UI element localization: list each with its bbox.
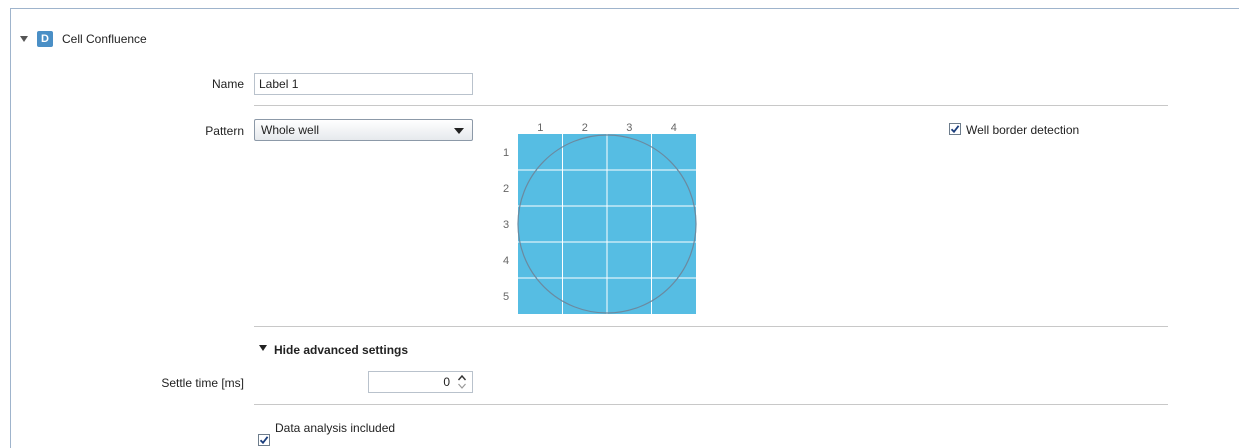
row-number-label: 2 (503, 183, 509, 195)
divider (254, 105, 1168, 106)
pattern-selected-value: Whole well (261, 123, 320, 137)
column-number-label: 3 (626, 122, 632, 134)
settle-time-spinner[interactable]: 0 (368, 371, 473, 393)
spin-updown-icon[interactable] (457, 374, 467, 390)
data-analysis-label: Data analysis included (275, 421, 396, 435)
collapse-arrow-icon[interactable] (20, 36, 28, 42)
row-number-label: 5 (503, 291, 509, 303)
data-analysis-checkbox[interactable] (258, 434, 270, 446)
well-border-checkbox[interactable] (949, 123, 961, 135)
name-label: Name (211, 77, 244, 91)
column-number-label: 1 (537, 122, 543, 134)
section-title: Cell Confluence (62, 32, 147, 46)
well-pattern-grid[interactable]: 1 2 3 4 1 2 3 4 5 (494, 120, 704, 320)
divider (254, 326, 1168, 327)
divider (254, 404, 1168, 405)
row-number-label: 1 (503, 147, 509, 159)
pattern-label: Pattern (205, 124, 244, 138)
hide-advanced-settings-link[interactable]: Hide advanced settings (274, 343, 408, 357)
step-badge: D (37, 31, 53, 47)
column-number-label: 2 (582, 122, 588, 134)
chevron-down-icon (454, 128, 464, 134)
name-input[interactable]: Label 1 (254, 73, 473, 95)
well-border-label: Well border detection (966, 123, 1080, 137)
checkmark-icon (259, 436, 269, 445)
expand-arrow-icon[interactable] (259, 345, 267, 351)
settle-time-value: 0 (443, 375, 450, 389)
settle-time-label: Settle time [ms] (161, 376, 244, 390)
column-number-label: 4 (671, 122, 677, 134)
pattern-dropdown[interactable]: Whole well (254, 119, 473, 141)
checkmark-icon (950, 125, 960, 134)
row-number-label: 3 (503, 219, 509, 231)
row-number-label: 4 (503, 255, 509, 267)
